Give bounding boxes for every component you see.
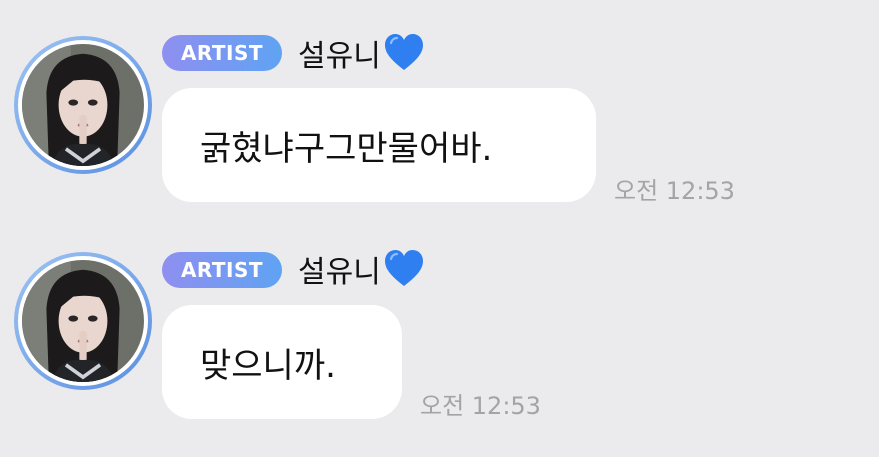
- message-text: 굵혔냐구그만물어바.: [200, 128, 493, 169]
- blue-heart-icon: [383, 249, 425, 289]
- message-text: 맞으니까.: [200, 345, 336, 386]
- sender-name-row: 설유니: [298, 33, 425, 74]
- sender-name: 설유니: [298, 255, 381, 290]
- avatar-ring: [18, 40, 148, 170]
- avatar-ring: [18, 256, 148, 386]
- message-bubble[interactable]: 굵혔냐구그만물어바.: [162, 88, 596, 202]
- blue-heart-icon: [383, 33, 425, 73]
- chat-message: ARTIST 설유니 굵혔냐구그만물어바. 오전 12:53: [0, 0, 879, 215]
- avatar-photo: [22, 44, 144, 166]
- message-bubble[interactable]: 맞으니까.: [162, 305, 402, 419]
- avatar[interactable]: [14, 252, 152, 390]
- sender-name: 설유니: [298, 39, 381, 74]
- message-timestamp: 오전 12:53: [614, 177, 735, 205]
- chat-message: ARTIST 설유니 맞으니까. 오전 12:53: [0, 215, 879, 457]
- message-timestamp: 오전 12:53: [420, 392, 541, 420]
- avatar-photo: [22, 260, 144, 382]
- sender-name-row: 설유니: [298, 249, 425, 290]
- avatar[interactable]: [14, 36, 152, 174]
- artist-badge: ARTIST: [162, 252, 282, 288]
- artist-badge: ARTIST: [162, 35, 282, 71]
